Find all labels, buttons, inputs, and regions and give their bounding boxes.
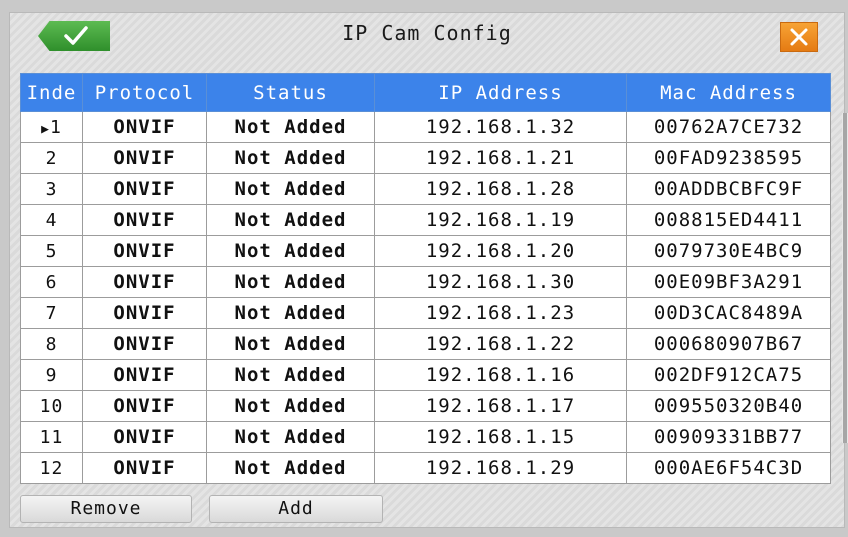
protocol-cell: ONVIF xyxy=(82,266,207,298)
status-cell: Not Added xyxy=(206,452,375,484)
ip-address-cell: 192.168.1.21 xyxy=(374,142,627,174)
column-header-status[interactable]: Status xyxy=(206,73,375,112)
index-cell: 10 xyxy=(20,390,83,422)
mac-address-cell: 000680907B67 xyxy=(626,328,831,360)
ip-address-cell: 192.168.1.20 xyxy=(374,235,627,267)
ip-address-cell: 192.168.1.23 xyxy=(374,297,627,329)
index-cell: 6 xyxy=(20,266,83,298)
index-cell: 8 xyxy=(20,328,83,360)
ip-address-cell: 192.168.1.32 xyxy=(374,111,627,143)
protocol-cell: ONVIF xyxy=(82,142,207,174)
table-row[interactable]: 10 ONVIF Not Added 192.168.1.17 009550320B40 xyxy=(20,390,831,422)
ip-address-cell: 192.168.1.16 xyxy=(374,359,627,391)
protocol-cell: ONVIF xyxy=(82,235,207,267)
index-cell: 12 xyxy=(20,452,83,484)
ip-address-cell: 192.168.1.22 xyxy=(374,328,627,360)
table-row[interactable]: 3 ONVIF Not Added 192.168.1.28 00ADDBCBFC9F xyxy=(20,173,831,205)
protocol-cell: ONVIF xyxy=(82,204,207,236)
status-cell: Not Added xyxy=(206,204,375,236)
protocol-cell: ONVIF xyxy=(82,359,207,391)
status-cell: Not Added xyxy=(206,173,375,205)
table-row[interactable]: 9 ONVIF Not Added 192.168.1.16 002DF912CA75 xyxy=(20,359,831,391)
table-row[interactable]: 5 ONVIF Not Added 192.168.1.20 0079730E4BC9 xyxy=(20,235,831,267)
status-cell: Not Added xyxy=(206,142,375,174)
status-cell: Not Added xyxy=(206,421,375,453)
column-header-protocol[interactable]: Protocol xyxy=(82,73,207,112)
ip-address-cell: 192.168.1.30 xyxy=(374,266,627,298)
status-cell: Not Added xyxy=(206,266,375,298)
mac-address-cell: 009550320B40 xyxy=(626,390,831,422)
table-row[interactable]: 4 ONVIF Not Added 192.168.1.19 008815ED4411 xyxy=(20,204,831,236)
mac-address-cell: 00909331BB77 xyxy=(626,421,831,453)
mac-address-cell: 002DF912CA75 xyxy=(626,359,831,391)
index-value: 1 xyxy=(49,116,62,138)
mac-address-cell: 000AE6F54C3D xyxy=(626,452,831,484)
close-button[interactable] xyxy=(780,22,818,52)
table-row[interactable]: 11 ONVIF Not Added 192.168.1.15 00909331BB77 xyxy=(20,421,831,453)
table-row[interactable]: ▶1 ONVIF Not Added 192.168.1.32 00762A7CE732 xyxy=(20,111,831,143)
index-cell: 7 xyxy=(20,297,83,329)
ip-address-cell: 192.168.1.17 xyxy=(374,390,627,422)
index-cell: 5 xyxy=(20,235,83,267)
selected-row-marker-icon: ▶ xyxy=(41,121,50,137)
mac-address-cell: 0079730E4BC9 xyxy=(626,235,831,267)
status-cell: Not Added xyxy=(206,235,375,267)
index-cell: ▶1 xyxy=(20,111,83,143)
scrollbar-thumb[interactable] xyxy=(843,113,847,443)
status-cell: Not Added xyxy=(206,328,375,360)
mac-address-cell: 00E09BF3A291 xyxy=(626,266,831,298)
table-row[interactable]: 8 ONVIF Not Added 192.168.1.22 000680907B67 xyxy=(20,328,831,360)
dialog-title: IP Cam Config xyxy=(342,21,512,45)
status-cell: Not Added xyxy=(206,390,375,422)
remove-button[interactable]: Remove xyxy=(20,495,192,523)
table-row[interactable]: 12 ONVIF Not Added 192.168.1.29 000AE6F54C3D xyxy=(20,452,831,484)
table-header-row: Inde Protocol Status IP Address Mac Addr… xyxy=(20,73,831,112)
mac-address-cell: 00ADDBCBFC9F xyxy=(626,173,831,205)
status-cell: Not Added xyxy=(206,111,375,143)
mac-address-cell: 00D3CAC8489A xyxy=(626,297,831,329)
vertical-scrollbar[interactable] xyxy=(842,113,848,443)
status-cell: Not Added xyxy=(206,297,375,329)
protocol-cell: ONVIF xyxy=(82,173,207,205)
add-button[interactable]: Add xyxy=(209,495,383,523)
status-cell: Not Added xyxy=(206,359,375,391)
table-row[interactable]: 2 ONVIF Not Added 192.168.1.21 00FAD9238595 xyxy=(20,142,831,174)
index-cell: 2 xyxy=(20,142,83,174)
title-bar: IP Cam Config xyxy=(10,13,844,59)
mac-address-cell: 00762A7CE732 xyxy=(626,111,831,143)
table-row[interactable]: 7 ONVIF Not Added 192.168.1.23 00D3CAC8489A xyxy=(20,297,831,329)
index-cell: 4 xyxy=(20,204,83,236)
protocol-cell: ONVIF xyxy=(82,297,207,329)
ip-address-cell: 192.168.1.28 xyxy=(374,173,627,205)
index-cell: 3 xyxy=(20,173,83,205)
ip-address-cell: 192.168.1.19 xyxy=(374,204,627,236)
ip-address-cell: 192.168.1.15 xyxy=(374,421,627,453)
protocol-cell: ONVIF xyxy=(82,452,207,484)
mac-address-cell: 008815ED4411 xyxy=(626,204,831,236)
protocol-cell: ONVIF xyxy=(82,421,207,453)
mac-address-cell: 00FAD9238595 xyxy=(626,142,831,174)
ip-cam-config-dialog: IP Cam Config Inde Protocol Status IP Ad xyxy=(9,12,848,528)
protocol-cell: ONVIF xyxy=(82,390,207,422)
protocol-cell: ONVIF xyxy=(82,111,207,143)
camera-list: Inde Protocol Status IP Address Mac Addr… xyxy=(20,73,848,489)
index-cell: 11 xyxy=(20,421,83,453)
column-header-index[interactable]: Inde xyxy=(20,73,83,112)
camera-table: Inde Protocol Status IP Address Mac Addr… xyxy=(20,73,831,484)
column-header-mac-address[interactable]: Mac Address xyxy=(626,73,831,112)
ip-address-cell: 192.168.1.29 xyxy=(374,452,627,484)
index-cell: 9 xyxy=(20,359,83,391)
protocol-cell: ONVIF xyxy=(82,328,207,360)
table-row[interactable]: 6 ONVIF Not Added 192.168.1.30 00E09BF3A291 xyxy=(20,266,831,298)
column-header-ip-address[interactable]: IP Address xyxy=(374,73,627,112)
close-x-icon xyxy=(790,28,808,46)
